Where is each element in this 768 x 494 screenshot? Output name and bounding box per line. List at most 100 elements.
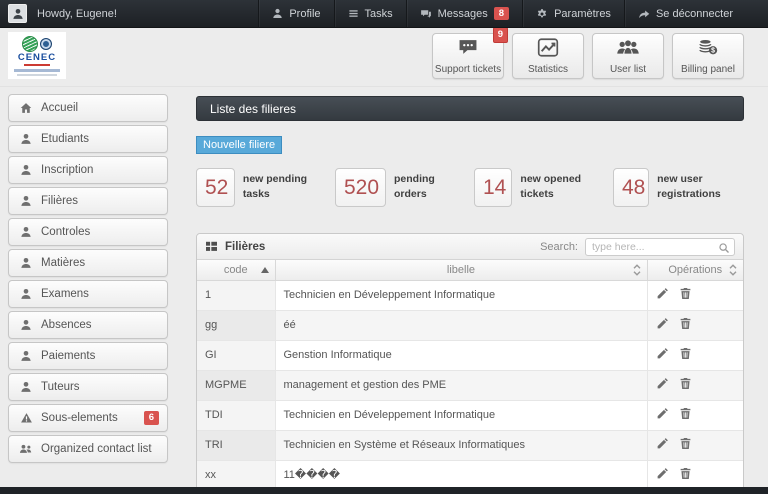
delete-button[interactable] bbox=[679, 347, 692, 360]
sidebar-item-controles[interactable]: Controles bbox=[8, 218, 168, 246]
nav-item-param-tres[interactable]: Paramètres bbox=[522, 0, 624, 27]
column-header-operations[interactable]: Opérations bbox=[647, 260, 743, 280]
shortcut-statistics[interactable]: Statistics bbox=[512, 33, 584, 79]
nav-item-se-d-connecter[interactable]: Se déconnecter bbox=[624, 0, 746, 27]
nav-item-profile[interactable]: Profile bbox=[258, 0, 333, 27]
logo-caption-line bbox=[14, 69, 60, 72]
cell-libelle: 11���� bbox=[275, 460, 647, 490]
cell-code: GI bbox=[197, 340, 275, 370]
search-input[interactable] bbox=[585, 238, 735, 256]
delete-button[interactable] bbox=[679, 437, 692, 450]
new-filiere-button[interactable]: Nouvelle filiere bbox=[196, 136, 282, 154]
chat-icon bbox=[420, 8, 432, 20]
person-icon bbox=[12, 8, 24, 20]
sidebar-item-inscription[interactable]: Inscription bbox=[8, 156, 168, 184]
delete-button[interactable] bbox=[679, 317, 692, 330]
logo-red-bar bbox=[24, 64, 50, 66]
stats-row: 52 new pending tasks 520 pending orders … bbox=[196, 168, 744, 207]
edit-button[interactable] bbox=[656, 287, 669, 300]
table-row: 1 Technicien en Déveleppement Informatiq… bbox=[197, 280, 743, 310]
pencil-icon bbox=[656, 407, 669, 420]
nav-item-label: Profile bbox=[289, 8, 320, 20]
sidebar-item-label: Inscription bbox=[41, 164, 93, 176]
nav-item-messages[interactable]: Messages 8 bbox=[406, 0, 522, 27]
cell-operations bbox=[647, 460, 743, 490]
edit-button[interactable] bbox=[656, 437, 669, 450]
sidebar-item-fili-res[interactable]: Filières bbox=[8, 187, 168, 215]
column-header-code[interactable]: code bbox=[197, 260, 275, 280]
nav-item-label: Messages bbox=[438, 8, 488, 20]
logo-caption-line2 bbox=[17, 74, 57, 76]
shortcut-billing-panel[interactable]: $ Billing panel bbox=[672, 33, 744, 79]
sidebar-item-label: Controles bbox=[41, 226, 90, 238]
pencil-icon bbox=[656, 317, 669, 330]
sidebar-item-sous-elements[interactable]: Sous-elements 6 bbox=[8, 404, 168, 432]
trash-icon bbox=[679, 347, 692, 360]
user-icon bbox=[20, 381, 32, 393]
edit-button[interactable] bbox=[656, 317, 669, 330]
sidebar-item-absences[interactable]: Absences bbox=[8, 311, 168, 339]
sidebar-item-organized-contact-list[interactable]: Organized contact list bbox=[8, 435, 168, 463]
sidebar-item-label: Etudiants bbox=[41, 133, 89, 145]
svg-text:$: $ bbox=[711, 47, 715, 54]
cell-operations bbox=[647, 310, 743, 340]
sidebar-badge: 6 bbox=[144, 411, 159, 425]
cell-libelle: éé bbox=[275, 310, 647, 340]
sidebar-item-label: Matières bbox=[41, 257, 85, 269]
stats-icon bbox=[537, 38, 559, 57]
column-header-libelle[interactable]: libelle bbox=[275, 260, 647, 280]
user-icon bbox=[20, 195, 32, 207]
cell-libelle: Technicien en Déveleppement Informatique bbox=[275, 280, 647, 310]
table-row: TRI Technicien en Système et Réseaux Inf… bbox=[197, 430, 743, 460]
panel-title: Filières bbox=[225, 241, 265, 253]
delete-button[interactable] bbox=[679, 467, 692, 480]
stat-label: new opened tickets bbox=[520, 168, 605, 207]
sidebar-item-mati-res[interactable]: Matières bbox=[8, 249, 168, 277]
shortcut-user-list[interactable]: User list bbox=[592, 33, 664, 79]
sidebar-item-label: Examens bbox=[41, 288, 89, 300]
stat-label: pending orders bbox=[394, 168, 466, 207]
trash-icon bbox=[679, 287, 692, 300]
trash-icon bbox=[679, 467, 692, 480]
navbar-left: Howdy, Eugene! bbox=[0, 0, 117, 27]
sidebar-item-paiements[interactable]: Paiements bbox=[8, 342, 168, 370]
cell-libelle: Technicien en Déveleppement Informatique bbox=[275, 400, 647, 430]
cell-code: TRI bbox=[197, 430, 275, 460]
delete-button[interactable] bbox=[679, 287, 692, 300]
delete-button[interactable] bbox=[679, 377, 692, 390]
navbar-menu: Profile Tasks bbox=[258, 0, 746, 27]
logo-text: CENEC bbox=[11, 53, 63, 63]
trash-icon bbox=[679, 317, 692, 330]
edit-button[interactable] bbox=[656, 407, 669, 420]
shortcut-label: Statistics bbox=[528, 64, 568, 75]
sidebar-item-tuteurs[interactable]: Tuteurs bbox=[8, 373, 168, 401]
sort-asc-icon bbox=[261, 267, 269, 273]
edit-button[interactable] bbox=[656, 347, 669, 360]
user-icon bbox=[20, 319, 32, 331]
shortcut-support-tickets[interactable]: 9 Support tickets bbox=[432, 33, 504, 79]
avatar[interactable] bbox=[8, 4, 27, 23]
trash-icon bbox=[679, 407, 692, 420]
sidebar-item-accueil[interactable]: Accueil bbox=[8, 94, 168, 122]
edit-button[interactable] bbox=[656, 467, 669, 480]
cell-code: gg bbox=[197, 310, 275, 340]
table-row: GI Genstion Informatique bbox=[197, 340, 743, 370]
delete-button[interactable] bbox=[679, 407, 692, 420]
cell-operations bbox=[647, 370, 743, 400]
nav-item-tasks[interactable]: Tasks bbox=[334, 0, 406, 27]
home-icon bbox=[20, 102, 32, 114]
sidebar-item-label: Filières bbox=[41, 195, 78, 207]
sidebar-item-etudiants[interactable]: Etudiants bbox=[8, 125, 168, 153]
table-row: xx 11���� bbox=[197, 460, 743, 490]
users-icon bbox=[19, 443, 33, 455]
shortcut-label: User list bbox=[610, 64, 646, 75]
sidebar-item-examens[interactable]: Examens bbox=[8, 280, 168, 308]
list-icon bbox=[348, 8, 359, 19]
stat-pending-orders: 520 pending orders bbox=[335, 168, 466, 207]
greeting-text: Howdy, Eugene! bbox=[37, 8, 117, 20]
edit-button[interactable] bbox=[656, 377, 669, 390]
stat-new-opened-tickets: 14 new opened tickets bbox=[474, 168, 605, 207]
leaf-logo-icon bbox=[22, 36, 38, 52]
cenec-logo[interactable]: CENEC bbox=[8, 32, 66, 79]
pencil-icon bbox=[656, 437, 669, 450]
